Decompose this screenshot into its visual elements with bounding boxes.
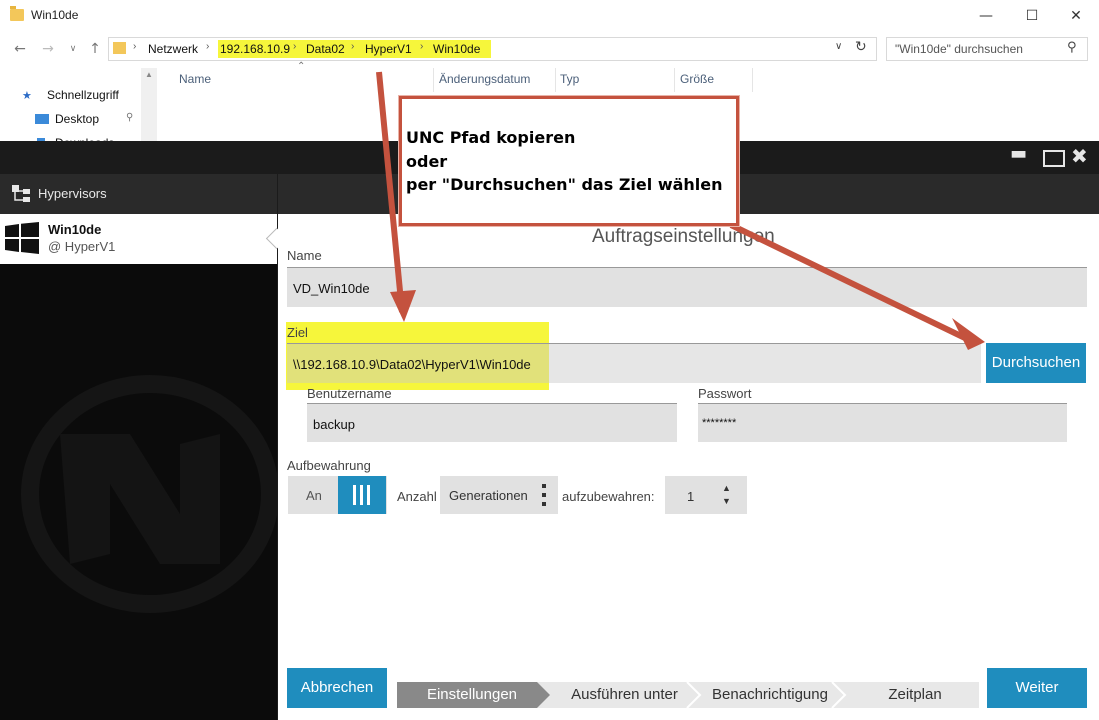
annotation-line: per "Durchsuchen" das Ziel wählen (406, 175, 723, 194)
annotation-line: oder (406, 152, 448, 171)
annotation-callout: UNC Pfad kopieren oder per "Durchsuchen"… (399, 96, 739, 226)
annotation-line: UNC Pfad kopieren (406, 128, 576, 147)
